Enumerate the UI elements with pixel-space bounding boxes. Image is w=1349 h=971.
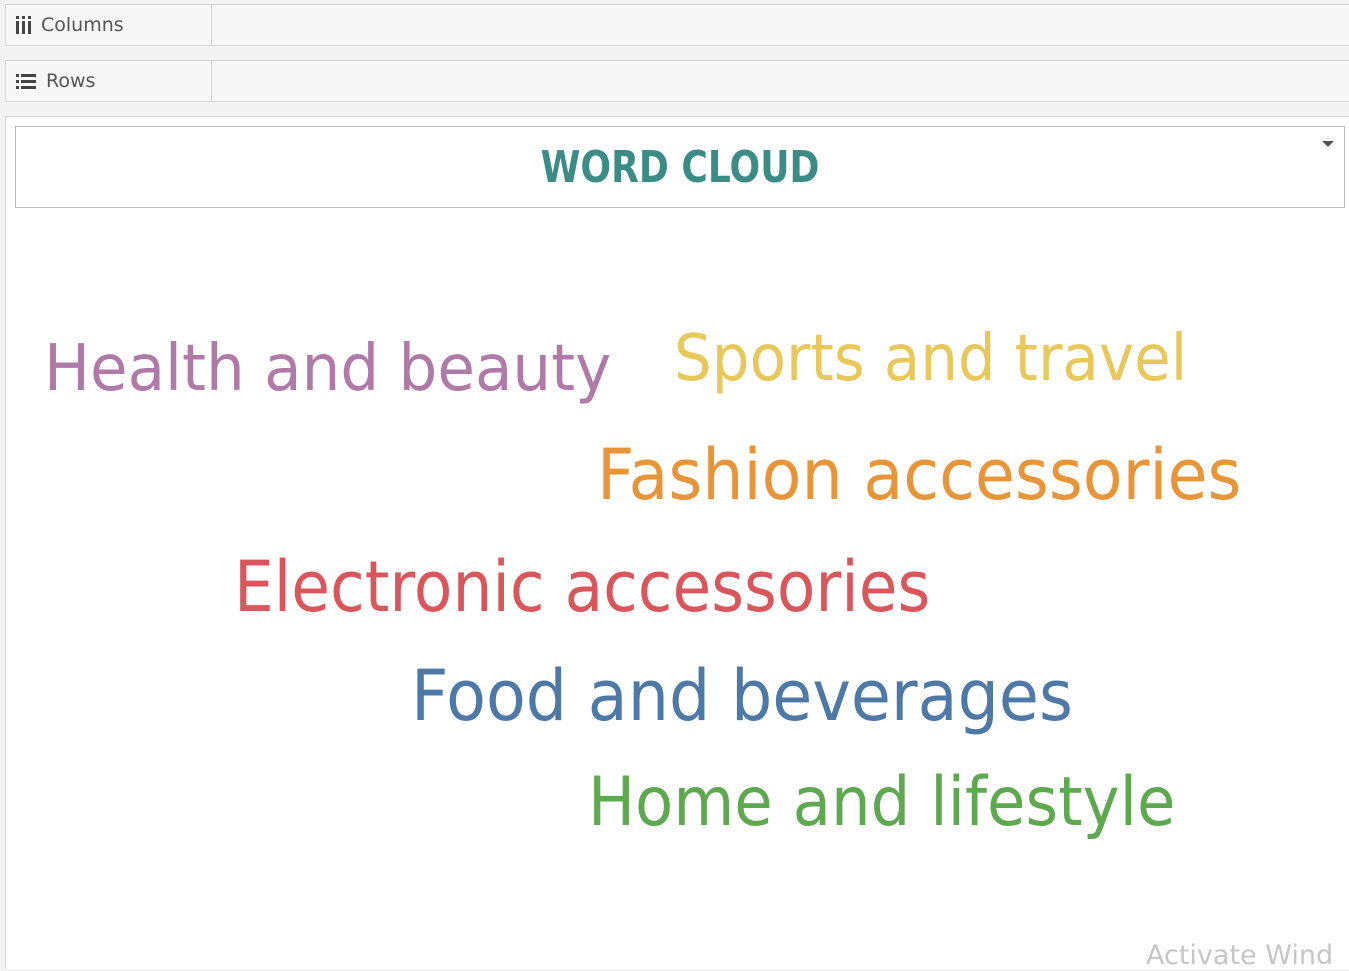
word-health-and-beauty[interactable]: Health and beauty [44,337,611,401]
title-menu-dropdown-icon[interactable] [1322,141,1334,147]
columns-shelf[interactable]: Columns [5,4,1349,46]
rows-icon [16,73,36,89]
word-home-and-lifestyle[interactable]: Home and lifestyle [588,769,1176,837]
rows-shelf[interactable]: Rows [5,60,1349,102]
rows-label: Rows [46,70,96,92]
activate-windows-watermark: Activate Wind [1146,940,1334,971]
word-fashion-accessories[interactable]: Fashion accessories [597,440,1241,510]
columns-label: Columns [41,14,124,36]
columns-drop-area[interactable] [212,5,1349,45]
columns-icon [16,16,31,34]
worksheet-title: WORD CLOUD [540,141,820,193]
rows-shelf-label: Rows [6,61,212,101]
word-electronic-accessories[interactable]: Electronic accessories [234,552,930,622]
word-food-and-beverages[interactable]: Food and beverages [411,661,1073,731]
worksheet-view[interactable]: WORD CLOUD Health and beauty Sports and … [5,116,1349,971]
word-sports-and-travel[interactable]: Sports and travel [674,327,1187,391]
worksheet-title-box[interactable]: WORD CLOUD [15,126,1345,208]
rows-drop-area[interactable] [212,61,1349,101]
columns-shelf-label: Columns [6,5,212,45]
